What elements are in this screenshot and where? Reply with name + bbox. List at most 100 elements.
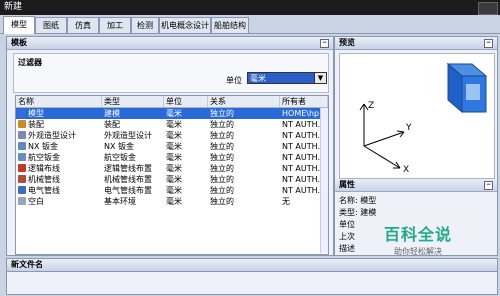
cell-type: 建模 [102,108,164,119]
col-owner[interactable]: 所有者 [280,96,328,107]
cell-text: NT AUTH... [282,164,326,173]
cell-text: 航空钣金 [28,153,60,162]
cell-text: 模型 [28,109,44,118]
cell-type: 航空钣金 [102,152,164,163]
cell-unit: 毫米 [164,196,208,207]
cell-text: 基本环境 [104,197,136,206]
cell-unit: 毫米 [164,185,208,196]
tab-bar: 模型 图纸 仿真 加工 检测 机电概念设计 船舶结构 [0,15,500,34]
new-file-name-header: 新文件名 [6,258,498,272]
templates-panel: 模板 − 过滤器 单位 毫米 ▼ 名称 类型 单位 关系 所有者 模型 建模 毫米独… [6,36,334,256]
cell-text: 独立的 [210,142,234,151]
cell-text: 独立的 [210,153,234,162]
collapse-icon[interactable]: − [484,39,493,48]
cell-relation: 独立的 [208,119,280,130]
cell-text: NX 钣金 [104,142,135,151]
col-type[interactable]: 类型 [102,96,164,107]
cell-relation: 独立的 [208,152,280,163]
tab-model[interactable]: 模型 [3,16,35,34]
cell-text: 毫米 [166,164,182,173]
cell-type: 机械管线布置 [102,174,164,185]
cell-name: 外观造型设计 [16,130,102,141]
collapse-icon[interactable]: − [320,39,329,48]
model-preview-icon [446,62,488,114]
cell-unit: 毫米 [164,119,208,130]
templates-title: 模板 [11,38,27,47]
preview-header: 预览 − [335,37,497,50]
cell-text: 毫米 [166,142,182,151]
templates-header: 模板 − [7,37,333,50]
tab-ship-structures[interactable]: 船舶结构 [211,17,249,33]
cell-text: 外观造型设计 [28,131,76,140]
cell-relation: 独立的 [208,130,280,141]
col-relation[interactable]: 关系 [208,96,280,107]
cell-type: 基本环境 [102,196,164,207]
preview-graphic: Z Y X [359,62,488,175]
watermark-subtitle: 助你轻松解决 [394,247,442,256]
cell-text: 毫米 [166,109,182,118]
col-unit[interactable]: 单位 [164,96,208,107]
chevron-down-icon[interactable]: ▼ [314,73,326,83]
cell-unit: 毫米 [164,152,208,163]
collapse-icon[interactable]: − [484,181,493,190]
cell-text: 逻辑管线布置 [104,164,152,173]
cell-name: 电气管线 [16,185,102,196]
cell-unit: 毫米 [164,163,208,174]
table-row[interactable]: 机械管线 机械管线布置 毫米 独立的 NT AUTH... [16,174,328,185]
axis-y-label: Y [405,123,412,133]
blank-icon [18,197,26,205]
cell-unit: 毫米 [164,108,208,119]
axis-x-label: X [403,165,409,175]
prop-name: 名称: 模型 [339,196,377,205]
table-row[interactable]: 逻辑布线 逻辑管线布置 毫米 独立的 NT AUTH... [16,163,328,174]
window-titlebar: 新建 [0,0,500,15]
cell-text: 独立的 [210,164,234,173]
tab-simulation[interactable]: 仿真 [67,17,99,33]
tab-manufacturing[interactable]: 加工 [99,17,131,33]
preview-panel: 预览 − Z Y X 属性 − 名称: 模型 类型: 建模 单位 上次 描述 百… [334,36,498,256]
tab-mechatronics[interactable]: 机电概念设计 [159,17,211,33]
cell-relation: 独立的 [208,163,280,174]
aero-sheet-metal-icon [18,153,26,161]
close-button[interactable] [478,2,498,15]
cell-text: NT AUTH... [282,153,326,162]
cell-text: 电气管线布置 [104,186,152,195]
electrical-routing-icon [18,186,26,194]
unit-select[interactable]: 毫米 ▼ [247,72,327,84]
cell-type: NX 钣金 [102,141,164,152]
cell-text: 独立的 [210,175,234,184]
table-row[interactable]: 空白 基本环境 毫米 独立的 无 [16,196,328,207]
cell-relation: 独立的 [208,108,280,119]
cell-text: 毫米 [166,175,182,184]
cell-unit: 毫米 [164,174,208,185]
table-scrollbar[interactable] [320,108,328,253]
templates-table: 名称 类型 单位 关系 所有者 模型 建模 毫米 独立的 HOME\hp 装配 装配 毫米 独立… [15,95,329,255]
tab-inspection[interactable]: 检测 [131,17,159,33]
table-row[interactable]: 外观造型设计 外观造型设计 毫米 独立的 NT AUTH... [16,130,328,141]
cell-unit: 毫米 [164,130,208,141]
cell-text: 外观造型设计 [104,131,152,140]
filter-title: 过滤器 [18,58,42,67]
table-row[interactable]: 装配 装配 毫米 独立的 NT AUTH... [16,119,328,130]
cell-text: 电气管线 [28,186,60,195]
preview-title: 预览 [339,38,355,47]
cell-type: 逻辑管线布置 [102,163,164,174]
cell-text: NT AUTH... [282,120,326,129]
col-name[interactable]: 名称 [16,96,102,107]
cell-text: NT AUTH... [282,186,326,195]
cell-text: HOME\hp [282,109,320,118]
cell-text: NT AUTH... [282,131,326,140]
cell-name: 航空钣金 [16,152,102,163]
sheet-metal-icon [18,142,26,150]
table-row[interactable]: 电气管线 电气管线布置 毫米 独立的 NT AUTH... [16,185,328,196]
table-row[interactable]: 模型 建模 毫米 独立的 HOME\hp [16,108,328,119]
unit-label: 单位 [226,76,242,85]
watermark-title: 百科全说 [383,225,452,244]
cell-name: NX 钣金 [16,141,102,152]
cell-text: 装配 [28,120,44,129]
tab-drawing[interactable]: 图纸 [35,17,67,33]
table-row[interactable]: 航空钣金 航空钣金 毫米 独立的 NT AUTH... [16,152,328,163]
table-row[interactable]: NX 钣金 NX 钣金 毫米 独立的 NT AUTH... [16,141,328,152]
cell-text: 毫米 [166,131,182,140]
cell-type: 外观造型设计 [102,130,164,141]
